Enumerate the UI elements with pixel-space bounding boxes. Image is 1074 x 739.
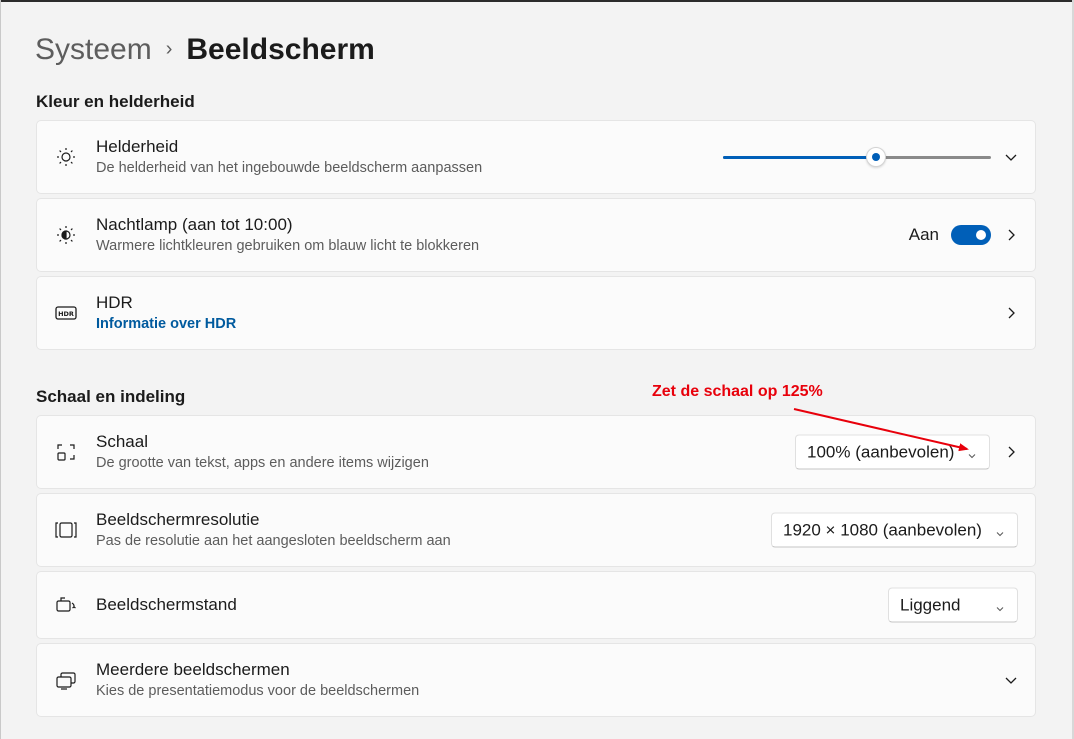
- breadcrumb-systeem[interactable]: Systeem: [35, 33, 152, 67]
- resolution-title: Beeldschermresolutie: [96, 510, 260, 529]
- orientation-title: Beeldschermstand: [96, 595, 237, 614]
- orientation-card[interactable]: Beeldschermstand Liggend: [36, 571, 1036, 639]
- slider-thumb[interactable]: [865, 147, 886, 167]
- orientation-dropdown[interactable]: Liggend: [888, 587, 1018, 623]
- nightlight-title: Nachtlamp (aan tot 10:00): [96, 215, 293, 234]
- sun-icon: [55, 146, 77, 168]
- svg-text:HDR: HDR: [58, 310, 74, 318]
- nightlight-toggle[interactable]: [951, 225, 991, 245]
- page-title: Beeldscherm: [186, 33, 375, 66]
- section-title-color: Kleur en helderheid: [36, 92, 195, 111]
- hdr-info-link[interactable]: Informatie over HDR: [96, 314, 236, 334]
- breadcrumb: Systeem › Beeldscherm: [35, 30, 375, 70]
- chevron-down-icon: [994, 525, 1006, 537]
- section-title-scale: Schaal en indeling: [36, 387, 186, 406]
- chevron-down-icon: [966, 447, 978, 459]
- nightlight-toggle-label: Aan: [908, 225, 939, 244]
- scale-card[interactable]: Schaal De grootte van tekst, apps en and…: [36, 415, 1036, 489]
- scale-title: Schaal: [96, 432, 148, 451]
- scale-dropdown[interactable]: 100% (aanbevolen): [795, 434, 990, 470]
- chevron-right-icon[interactable]: [1003, 305, 1019, 321]
- breadcrumb-separator: ›: [165, 37, 173, 60]
- resolution-card[interactable]: Beeldschermresolutie Pas de resolutie aa…: [36, 493, 1036, 567]
- multiple-displays-card[interactable]: Meerdere beeldschermen Kies de presentat…: [36, 643, 1036, 717]
- chevron-down-icon[interactable]: [1003, 149, 1019, 165]
- scale-subtitle: De grootte van tekst, apps en andere ite…: [96, 455, 429, 471]
- orientation-icon: [55, 594, 77, 616]
- brightness-title: Helderheid: [96, 137, 179, 156]
- scale-dropdown-value: 100% (aanbevolen): [807, 442, 955, 461]
- chevron-right-icon[interactable]: [1003, 227, 1019, 243]
- chevron-down-icon[interactable]: [1003, 672, 1019, 688]
- resolution-subtitle: Pas de resolutie aan het aangesloten bee…: [96, 533, 451, 549]
- nightlight-subtitle: Warmere lichtkleuren gebruiken om blauw …: [96, 238, 480, 254]
- settings-window: Systeem › Beeldscherm Kleur en helderhei…: [0, 0, 1074, 739]
- multiple-displays-icon: [55, 669, 77, 691]
- resolution-icon: [55, 519, 77, 541]
- orientation-dropdown-value: Liggend: [900, 595, 961, 614]
- resolution-dropdown-value: 1920 × 1080 (aanbevolen): [783, 520, 982, 539]
- chevron-down-icon: [994, 600, 1006, 612]
- multiple-displays-subtitle: Kies de presentatiemodus voor de beeldsc…: [96, 683, 420, 699]
- resolution-dropdown[interactable]: 1920 × 1080 (aanbevolen): [771, 512, 1018, 548]
- brightness-slider[interactable]: [723, 147, 991, 167]
- slider-fill: [723, 156, 876, 159]
- brightness-subtitle: De helderheid van het ingebouwde beeldsc…: [96, 160, 483, 176]
- chevron-right-icon[interactable]: [1003, 444, 1019, 460]
- hdr-card[interactable]: HDR HDR Informatie over HDR: [36, 276, 1036, 350]
- nightlight-card[interactable]: Nachtlamp (aan tot 10:00) Warmere lichtk…: [36, 198, 1036, 272]
- hdr-icon: HDR: [55, 302, 77, 324]
- night-light-icon: [55, 224, 77, 246]
- brightness-card[interactable]: Helderheid De helderheid van het ingebou…: [36, 120, 1036, 194]
- annotation-text: Zet de schaal op 125%: [652, 383, 823, 400]
- scale-icon: [55, 441, 77, 463]
- multiple-displays-title: Meerdere beeldschermen: [96, 660, 290, 679]
- hdr-title: HDR: [96, 293, 133, 312]
